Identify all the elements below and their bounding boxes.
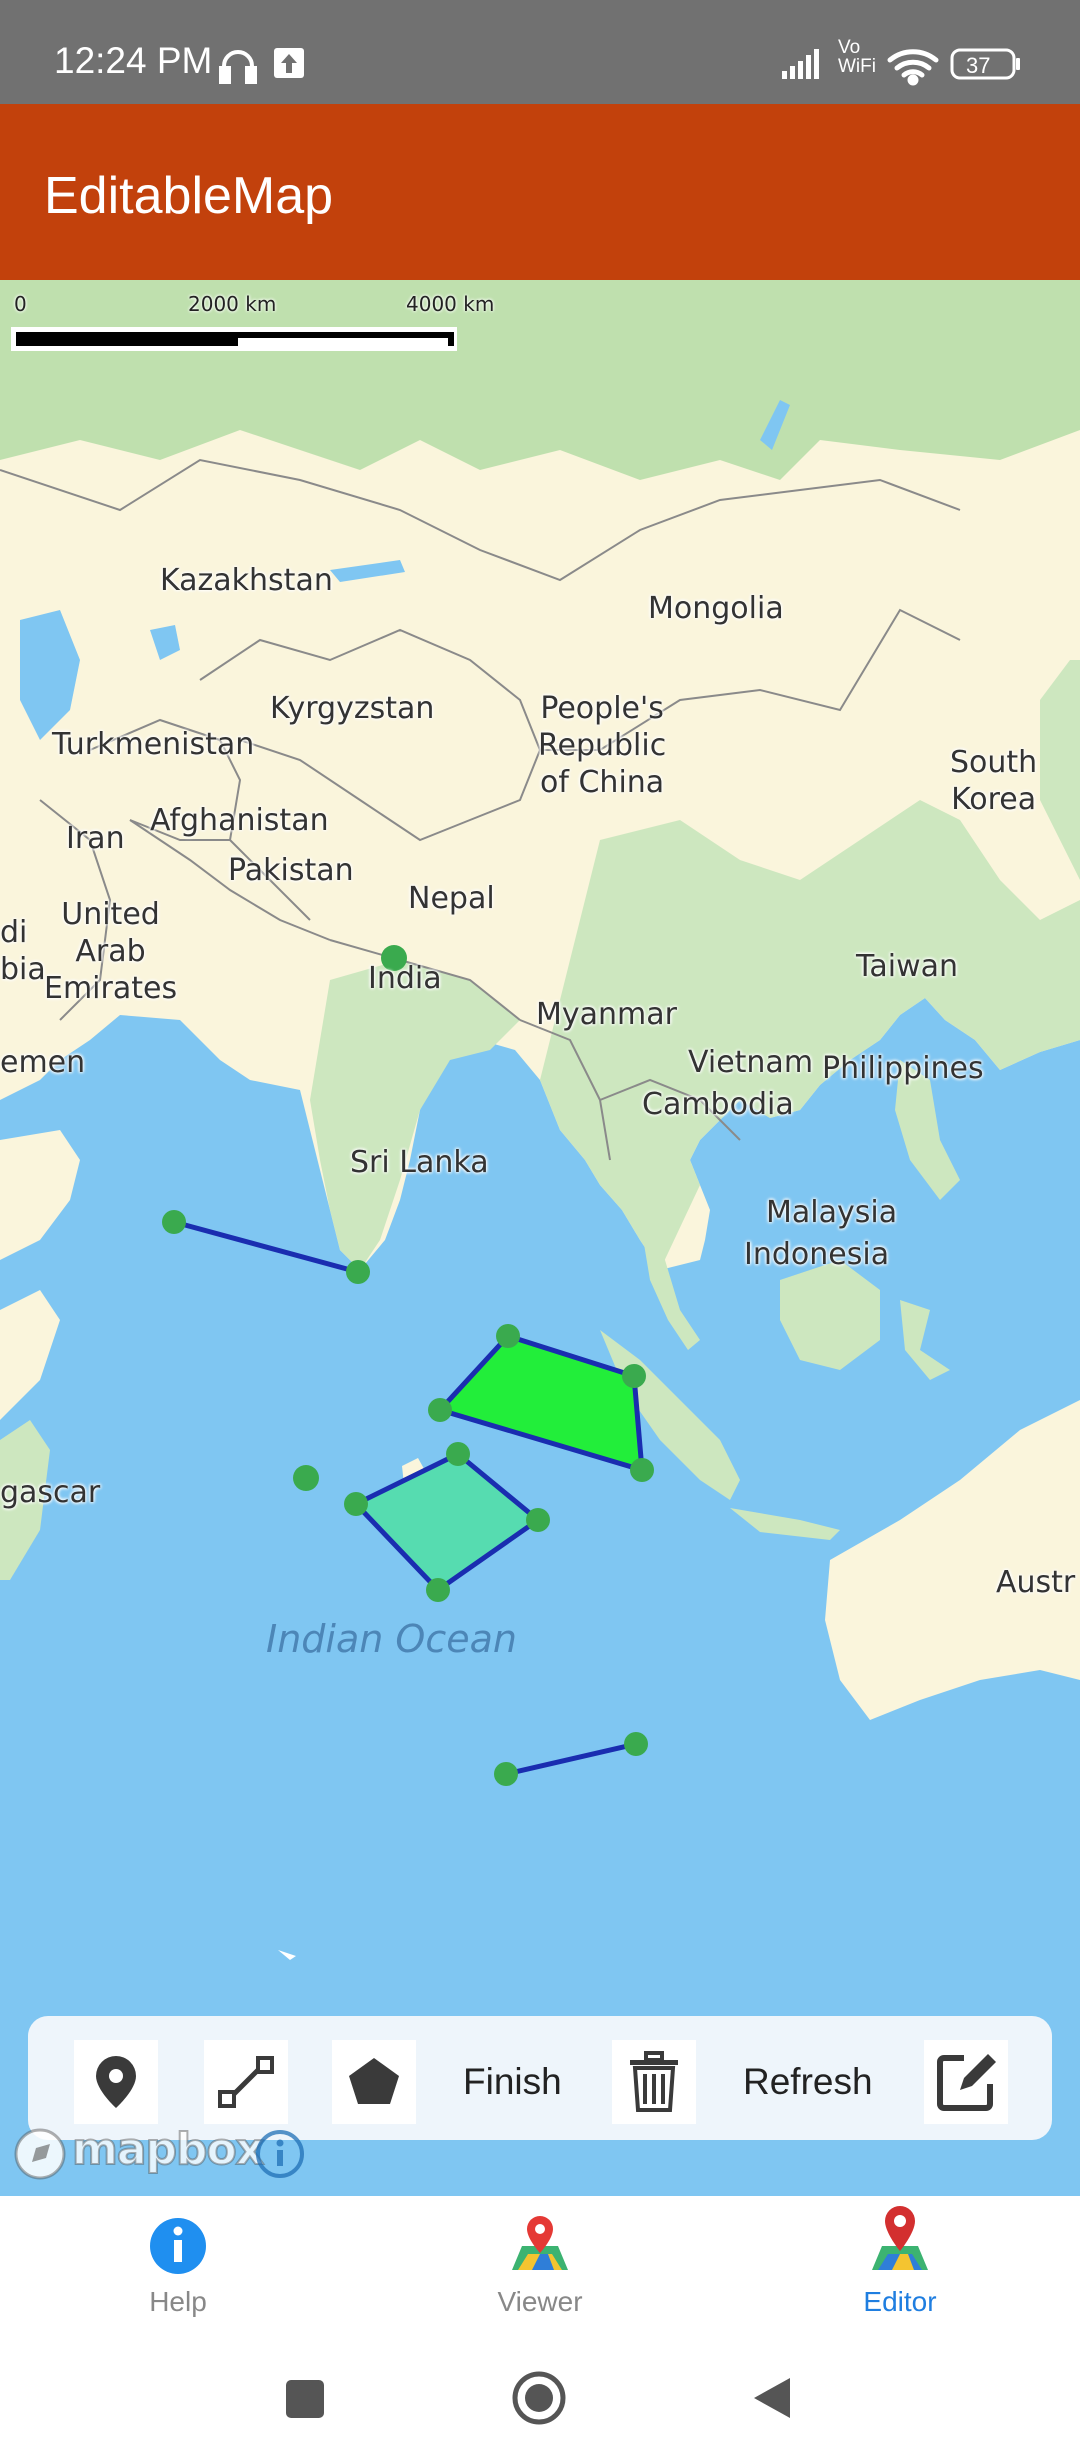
label-nepal: Nepal: [408, 881, 495, 916]
info-icon: [150, 2218, 206, 2274]
label-vietnam: Vietnam: [688, 1045, 814, 1080]
scale-label-end: 4000 km: [406, 292, 495, 316]
edit-icon: [937, 2054, 996, 2111]
upload-icon: [274, 48, 304, 78]
label-indonesia: Indonesia: [744, 1237, 890, 1272]
label-saudi-arabia: di bia: [0, 915, 46, 987]
nav-viewer-label: Viewer: [497, 2286, 583, 2317]
india-vegetation: [310, 960, 520, 1270]
trash-icon: [630, 2051, 678, 2112]
arabia-landmass: [0, 1130, 80, 1260]
battery-level: 37: [966, 53, 991, 78]
north-vegetation: [0, 280, 1080, 480]
line-tool-icon: [218, 2056, 274, 2108]
bottom-navigation: Help Viewer Editor: [0, 2196, 1080, 2346]
map-marker-small-icon: [278, 1944, 296, 1960]
label-pakistan: Pakistan: [228, 853, 354, 888]
nav-help[interactable]: Help: [78, 2216, 278, 2336]
label-kyrgyzstan: Kyrgyzstan: [270, 691, 435, 726]
system-navigation-bar: [0, 2346, 1080, 2460]
mapbox-logo-icon: [14, 2128, 66, 2180]
label-india: India: [368, 961, 442, 996]
pentagon-icon: [349, 2058, 399, 2104]
label-taiwan: Taiwan: [856, 949, 959, 984]
label-cambodia: Cambodia: [642, 1087, 794, 1122]
label-uae: United Arab Emirates: [44, 897, 178, 1006]
map-viewer-icon: [512, 2216, 568, 2270]
edit-toolbar: Finish Refresh: [28, 2016, 1052, 2140]
system-nav-buttons: [286, 2371, 790, 2425]
drawn-line-1: [173, 1219, 359, 1275]
label-iran: Iran: [66, 821, 125, 856]
mapbox-logo-text: mapbox: [71, 2123, 265, 2176]
scale-bar: [11, 327, 457, 351]
draw-polygon-button[interactable]: [332, 2040, 416, 2124]
scale-label-zero: 0: [14, 292, 27, 316]
status-bar: 12:24 PM Vo WiFi 37: [0, 0, 1080, 104]
wifi-icon: [887, 49, 939, 86]
label-sri-lanka: Sri Lanka: [350, 1145, 489, 1180]
sulawesi-landmass: [900, 1300, 950, 1380]
mapbox-attribution: mapbox: [12, 2123, 312, 2184]
finish-button[interactable]: Finish: [463, 2042, 562, 2122]
screen: 12:24 PM Vo WiFi 37 EditableMap 0 2000 k…: [0, 0, 1080, 2460]
label-madagascar: gascar: [0, 1475, 101, 1510]
recents-icon: [286, 2380, 324, 2418]
headphones-icon: [219, 50, 257, 84]
draw-line-button[interactable]: [204, 2040, 288, 2124]
nav-help-label: Help: [149, 2286, 207, 2317]
java-landmass: [730, 1508, 840, 1540]
australia-landmass: [825, 1400, 1080, 1720]
africa-landmass: [0, 1290, 60, 1420]
map-editor-icon: [872, 2206, 928, 2270]
drawn-polygon-teal: [351, 1451, 543, 1594]
label-afghanistan: Afghanistan: [150, 803, 329, 838]
label-kazakhstan: Kazakhstan: [160, 563, 333, 598]
nav-editor[interactable]: Editor: [800, 2206, 1000, 2336]
label-mongolia: Mongolia: [648, 591, 784, 626]
add-point-button[interactable]: [74, 2040, 158, 2124]
label-philippines: Philippines: [822, 1051, 984, 1086]
nav-viewer[interactable]: Viewer: [440, 2216, 640, 2336]
network-label: Vo WiFi: [838, 37, 876, 77]
app-title: EditableMap: [44, 167, 334, 225]
label-yemen: emen: [0, 1045, 86, 1080]
app-bar: EditableMap: [0, 104, 1080, 280]
label-turkmenistan: Turkmenistan: [52, 727, 255, 762]
back-icon: [754, 2378, 790, 2418]
status-icons: [219, 48, 1020, 86]
attribution-info-icon[interactable]: [254, 2128, 306, 2180]
scale-label-mid: 2000 km: [188, 292, 277, 316]
nav-editor-label: Editor: [863, 2286, 937, 2317]
delete-button[interactable]: [612, 2040, 696, 2124]
label-indian-ocean: Indian Ocean: [266, 1617, 517, 1661]
label-south-korea: South Korea: [950, 745, 1038, 817]
drawn-line-2: [505, 1741, 637, 1777]
label-australia: Austr: [996, 1565, 1076, 1600]
label-myanmar: Myanmar: [536, 997, 677, 1032]
edit-button[interactable]: [924, 2040, 1008, 2124]
signal-icon: [782, 49, 819, 79]
label-china: People's Republic of China: [538, 691, 667, 800]
refresh-button[interactable]: Refresh: [743, 2042, 873, 2122]
map-view[interactable]: 0 2000 km 4000 km Kazakhstan Mongolia Ky…: [0, 280, 1080, 2196]
label-malaysia: Malaysia: [766, 1195, 898, 1230]
borneo-landmass: [780, 1260, 880, 1370]
map-pin-icon: [96, 2056, 136, 2108]
